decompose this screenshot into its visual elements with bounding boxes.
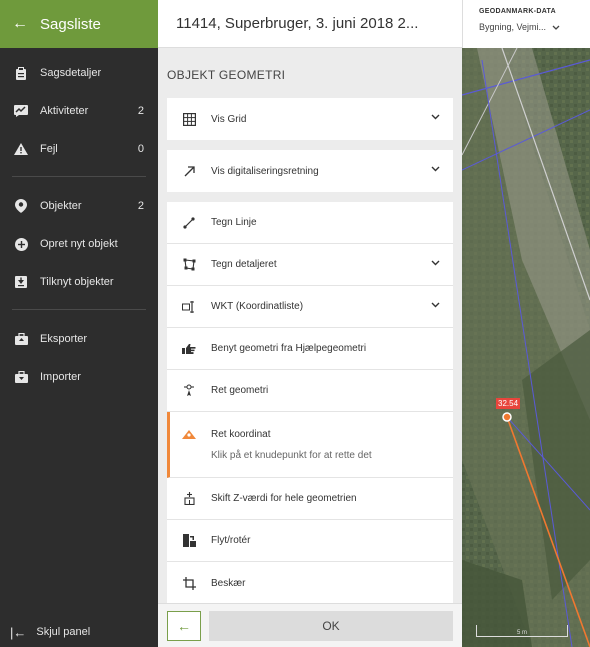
row-label: Tegn Linje (211, 217, 257, 228)
tool-wkt-coordinates[interactable]: WKT (Koordinatliste) (167, 286, 453, 328)
sidebar-item-label: Aktiviteter (40, 105, 89, 117)
sidebar-header-back[interactable]: ← Sagsliste (0, 0, 158, 48)
point-measure-label: 32.54 (496, 398, 521, 409)
clipboard-icon (12, 66, 30, 80)
edit-coordinate-hint: Klik på et knudepunkt for at rette det (211, 449, 372, 461)
geometry-panel: 11414, Superbruger, 3. juni 2018 2... OB… (158, 0, 462, 647)
layer-title: GEODANMARK-DATA (479, 8, 556, 15)
count-badge: 2 (137, 105, 144, 117)
show-grid-row[interactable]: Vis Grid (167, 98, 453, 140)
sidebar-divider (12, 176, 146, 177)
sidebar-item-importer[interactable]: Importer (0, 358, 158, 396)
panel-actions: ← OK (158, 603, 462, 647)
tool-crop[interactable]: Beskær (167, 562, 453, 604)
row-label: Tegn detaljeret (211, 259, 277, 270)
sidebar-item-tilknyt-objekter[interactable]: Tilknyt objekter (0, 263, 158, 301)
z-value-icon (181, 492, 197, 505)
map-view[interactable]: GEODANMARK-DATA Bygning, Vejmi... 32.54 … (462, 0, 590, 647)
chevron-down-icon (431, 302, 441, 312)
digitization-card: Vis digitaliseringsretning (167, 150, 453, 192)
layer-selector[interactable]: GEODANMARK-DATA Bygning, Vejmi... (462, 0, 590, 48)
back-button[interactable]: ← (167, 610, 201, 641)
back-arrow-icon: ← (12, 15, 28, 32)
download-box-icon (12, 276, 30, 288)
row-label: Benyt geometri fra Hjælpegeometri (211, 343, 367, 354)
edit-coordinate-icon (181, 429, 197, 439)
tool-edit-coordinate[interactable]: Ret koordinat Klik på et knudepunkt for … (167, 412, 453, 478)
plus-circle-icon (12, 237, 30, 251)
row-label: Skift Z-værdi for hele geometrien (211, 493, 357, 504)
grid-icon (181, 112, 197, 126)
tools-card: Tegn Linje Tegn detaljeret WKT (Koordina… (167, 202, 453, 604)
activity-icon (12, 105, 30, 117)
sidebar-title: Sagsliste (40, 15, 101, 33)
ok-button[interactable]: OK (209, 610, 453, 641)
wkt-list-icon (181, 300, 197, 313)
row-label: Vis digitaliseringsretning (211, 165, 319, 177)
hide-panel-button[interactable]: |← Skjul panel (0, 617, 158, 647)
sidebar-item-sagsdetaljer[interactable]: Sagsdetaljer (0, 54, 158, 92)
row-label: Ret geometri (211, 385, 269, 396)
chevron-down-icon (552, 22, 560, 32)
tool-draw-line[interactable]: Tegn Linje (167, 202, 453, 244)
sidebar-item-label: Tilknyt objekter (40, 276, 114, 288)
layer-value: Bygning, Vejmi... (479, 22, 547, 32)
draw-line-icon (181, 216, 197, 229)
draw-polygon-icon (181, 258, 197, 271)
arrow-up-right-icon (181, 165, 197, 177)
section-title: OBJEKT GEOMETRI (167, 68, 286, 82)
pointing-hand-icon (181, 343, 197, 354)
row-label: Ret koordinat (211, 428, 271, 440)
sidebar-item-label: Eksporter (40, 333, 88, 345)
count-badge: 2 (137, 200, 144, 212)
briefcase-download-icon (12, 371, 30, 383)
sidebar-item-opret-nyt-objekt[interactable]: Opret nyt objekt (0, 225, 158, 263)
briefcase-upload-icon (12, 333, 30, 345)
tool-draw-detailed[interactable]: Tegn detaljeret (167, 244, 453, 286)
case-title: 11414, Superbruger, 3. juni 2018 2... (158, 0, 462, 48)
scale-label: 5 m (516, 630, 527, 636)
grid-card: Vis Grid (167, 98, 453, 140)
sidebar-item-label: Fejl (40, 143, 58, 155)
aerial-map (462, 0, 590, 647)
show-digitization-direction-row[interactable]: Vis digitaliseringsretning (167, 150, 453, 192)
count-badge: 0 (137, 143, 144, 155)
row-label: Vis Grid (211, 113, 247, 125)
sidebar-item-label: Sagsdetaljer (40, 67, 102, 79)
sidebar-item-label: Opret nyt objekt (40, 238, 118, 250)
sidebar-item-fejl[interactable]: Fejl 0 (0, 130, 158, 168)
hide-panel-label: Skjul panel (36, 626, 91, 638)
tool-edit-geometry[interactable]: Ret geometri (167, 370, 453, 412)
sidebar-item-label: Importer (40, 371, 81, 383)
chevron-down-icon (431, 260, 441, 270)
sidebar-divider (12, 309, 146, 310)
edit-geometry-icon (181, 384, 197, 397)
sidebar-item-eksporter[interactable]: Eksporter (0, 320, 158, 358)
tool-move-rotate[interactable]: Flyt/rotér (167, 520, 453, 562)
crop-icon (181, 576, 197, 590)
map-scale-bar: 5 m (476, 625, 568, 637)
chevron-down-icon (431, 166, 441, 176)
row-label: WKT (Koordinatliste) (211, 301, 304, 312)
row-label: Flyt/rotér (211, 535, 251, 546)
sidebar: ← Sagsliste Sagsdetaljer Aktiviteter 2 F… (0, 0, 158, 647)
sidebar-item-aktiviteter[interactable]: Aktiviteter 2 (0, 92, 158, 130)
map-pin-icon (12, 199, 30, 213)
sidebar-item-objekter[interactable]: Objekter 2 (0, 187, 158, 225)
back-arrow-icon: ← (177, 617, 191, 634)
warning-icon (12, 143, 30, 155)
tool-change-z-value[interactable]: Skift Z-værdi for hele geometrien (167, 478, 453, 520)
collapse-left-icon: |← (10, 624, 27, 640)
move-rotate-icon (181, 534, 197, 547)
row-label: Beskær (211, 577, 246, 589)
tool-use-helper-geometry[interactable]: Benyt geometri fra Hjælpegeometri (167, 328, 453, 370)
chevron-down-icon (431, 114, 441, 124)
sidebar-item-label: Objekter (40, 200, 82, 212)
